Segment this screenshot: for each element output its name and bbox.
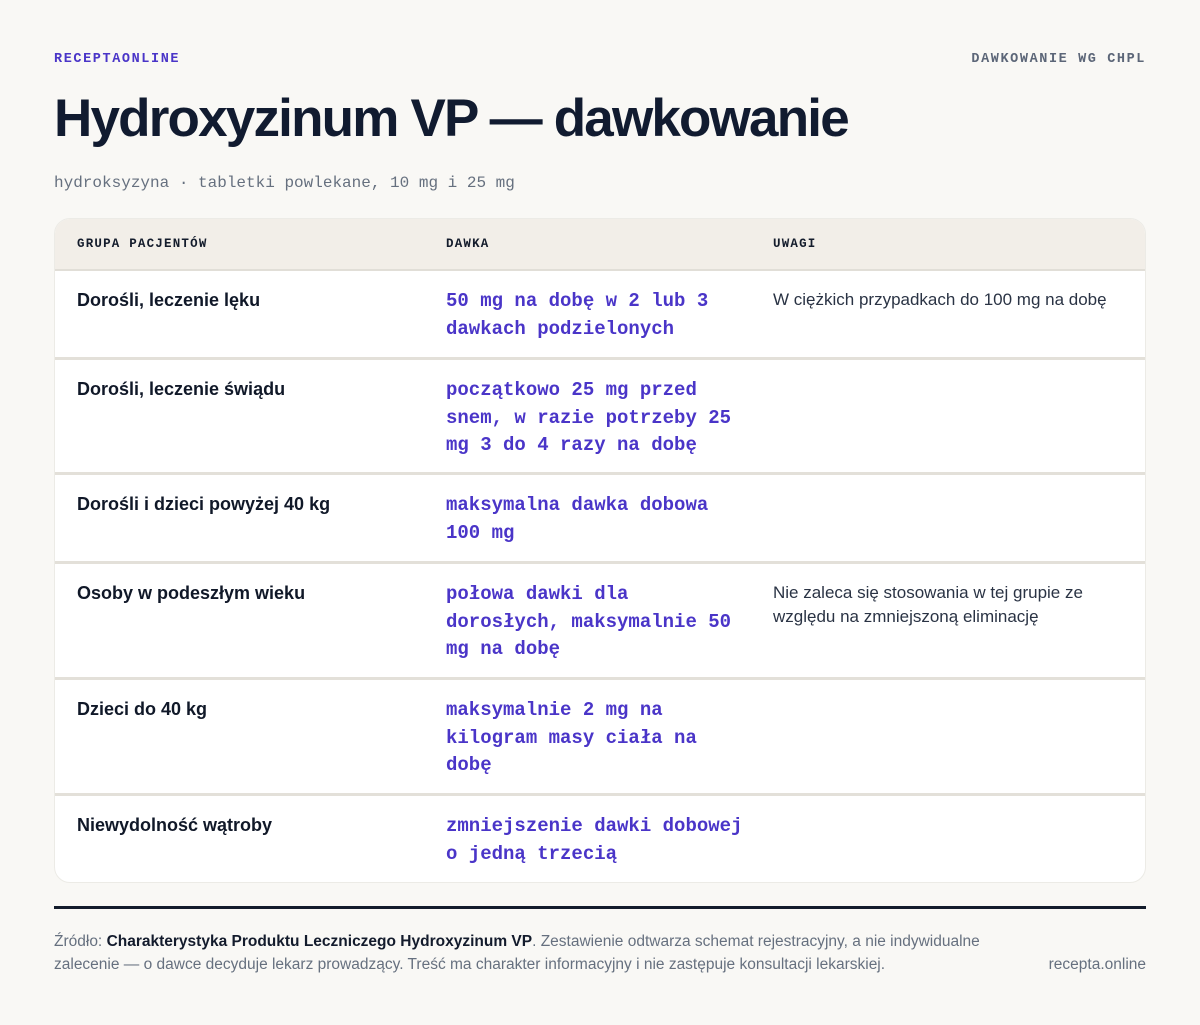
column-header-notes: UWAGI xyxy=(773,237,817,251)
top-bar: RECEPTAONLINE DAWKOWANIE WG CHPL xyxy=(54,52,1146,67)
table-row: Osoby w podeszłym wieku połowa dawki dla… xyxy=(55,564,1145,680)
dose-cell: 50 mg na dobę w 2 lub 3 dawkach podzielo… xyxy=(446,290,709,340)
note-cell: W ciężkich przypadkach do 100 mg na dobę xyxy=(773,290,1107,309)
patient-group-cell: Dorośli, leczenie świądu xyxy=(77,379,286,399)
patient-group-cell: Niewydolność wątroby xyxy=(77,815,273,835)
brand-logo-text[interactable]: RECEPTAONLINE xyxy=(54,52,180,67)
footer-divider xyxy=(54,906,1146,909)
dose-cell: połowa dawki dla dorosłych, maksymalnie … xyxy=(446,583,732,661)
table-row: Dzieci do 40 kg maksymalnie 2 mg na kilo… xyxy=(55,680,1145,796)
patient-group-cell: Dzieci do 40 kg xyxy=(77,699,208,719)
dose-cell: maksymalna dawka dobowa 100 mg xyxy=(446,494,709,544)
dose-cell: zmniejszenie dawki dobowej o jedną trzec… xyxy=(446,815,743,865)
table-row: Dorośli i dzieci powyżej 40 kg maksymaln… xyxy=(55,475,1145,564)
note-cell: Nie zaleca się stosowania w tej grupie z… xyxy=(773,583,1083,626)
footer: Źródło: Charakterystyka Produktu Lecznic… xyxy=(54,930,1146,976)
page-subtitle: hydroksyzyna · tabletki powlekane, 10 mg… xyxy=(54,174,515,192)
dose-cell: maksymalnie 2 mg na kilogram masy ciała … xyxy=(446,699,697,777)
patient-group-cell: Dorośli, leczenie lęku xyxy=(77,290,261,310)
patient-group-cell: Osoby w podeszłym wieku xyxy=(77,583,306,603)
table-row: Niewydolność wątroby zmniejszenie dawki … xyxy=(55,796,1145,882)
source-note: Źródło: Charakterystyka Produktu Lecznic… xyxy=(54,930,1004,976)
page-title: Hydroxyzinum VP — dawkowanie xyxy=(54,89,850,148)
column-header-group: GRUPA PACJENTÓW xyxy=(77,237,208,251)
column-header-dose: DAWKA xyxy=(446,237,490,251)
source-name: Charakterystyka Produktu Leczniczego Hyd… xyxy=(106,933,533,950)
patient-group-cell: Dorośli i dzieci powyżej 40 kg xyxy=(77,494,331,514)
source-prefix: Źródło: xyxy=(54,933,107,950)
section-label: DAWKOWANIE WG CHPL xyxy=(971,52,1146,67)
site-link[interactable]: recepta.online xyxy=(1049,953,1146,976)
table-header: GRUPA PACJENTÓW DAWKA UWAGI xyxy=(55,219,1145,271)
dose-cell: początkowo 25 mg przed snem, w razie pot… xyxy=(446,379,732,457)
dosage-table: GRUPA PACJENTÓW DAWKA UWAGI Dorośli, lec… xyxy=(54,218,1146,883)
table-row: Dorośli, leczenie lęku 50 mg na dobę w 2… xyxy=(55,271,1145,360)
table-row: Dorośli, leczenie świądu początkowo 25 m… xyxy=(55,360,1145,475)
